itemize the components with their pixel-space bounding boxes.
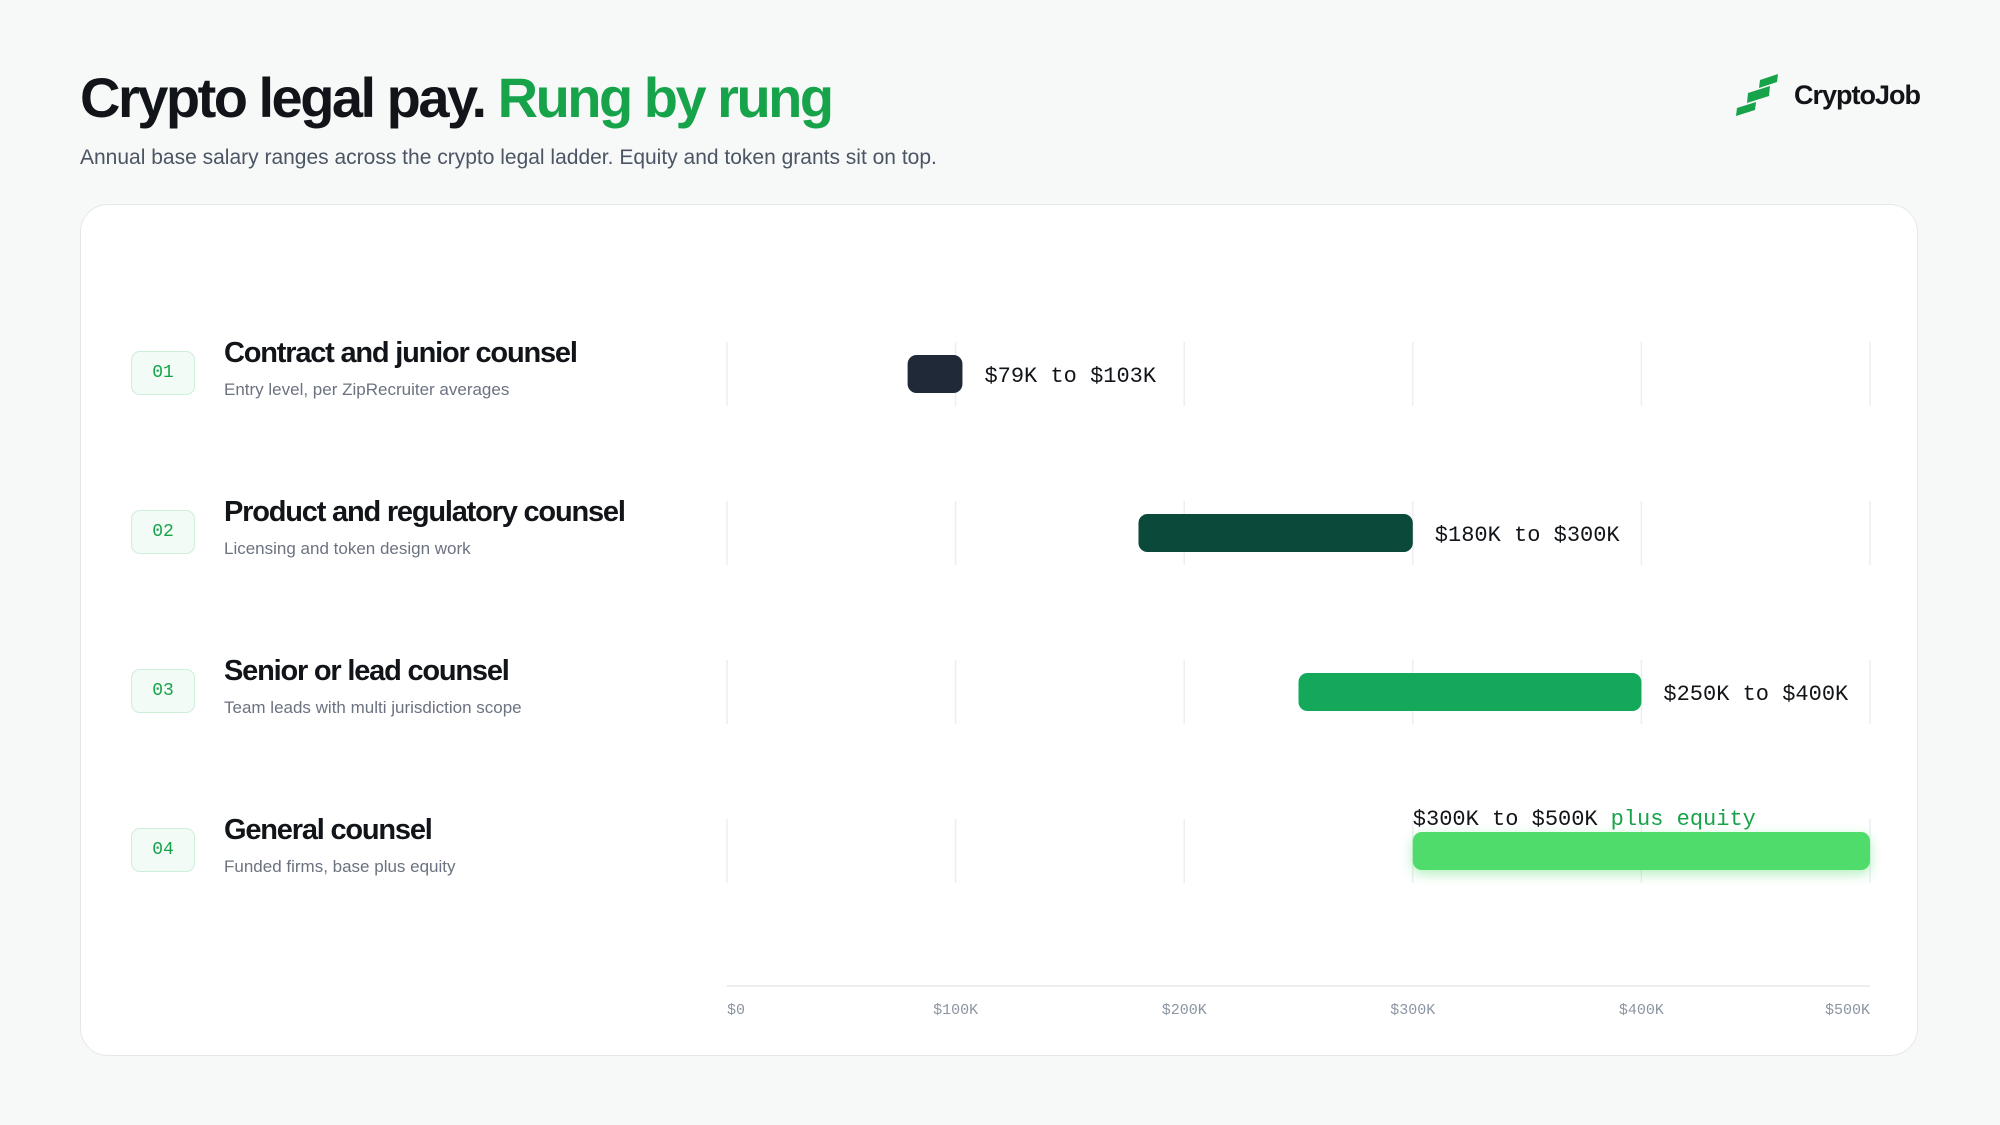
range-bar	[1412, 832, 1870, 870]
header: Crypto legal pay. Rung by rung Annual ba…	[80, 62, 937, 172]
range-label: $300K to $500K plus equity	[1413, 807, 1756, 832]
x-tick-label: $400K	[1619, 1002, 1664, 1019]
title-accent: Rung by rung	[497, 66, 834, 129]
x-tick-label: $0	[727, 1002, 745, 1019]
range-value: $79K to $103K	[984, 364, 1156, 389]
range-bar	[907, 355, 963, 393]
x-tick-label: $300K	[1390, 1002, 1435, 1019]
brand-logo-icon	[1736, 74, 1778, 116]
range-value: $180K to $300K	[1435, 523, 1621, 548]
chart-card: 01 Contract and junior counsel Entry level…	[80, 204, 1918, 1056]
range-chart: $79K to $103K $180K to $300K $250K to $400…	[726, 342, 1871, 1019]
range-label: $180K to $300K	[1435, 523, 1621, 548]
range-bar	[1138, 514, 1413, 552]
range-label: $250K to $400K	[1663, 682, 1849, 707]
x-tick-label: $500K	[1825, 1002, 1870, 1019]
brand-name: CryptoJob	[1794, 79, 1921, 110]
title-main: Crypto legal pay.	[80, 66, 487, 129]
range-note: plus equity	[1611, 807, 1756, 832]
range-bar	[1298, 673, 1642, 711]
range-value: $300K to $500K	[1413, 807, 1599, 832]
brand-logo: CryptoJob	[1734, 74, 1921, 116]
page-subtitle: Annual base salary ranges across the cry…	[80, 146, 937, 169]
x-tick-label: $200K	[1162, 1002, 1207, 1019]
x-tick-label: $100K	[933, 1002, 978, 1019]
page-title: Crypto legal pay. Rung by rung	[80, 62, 937, 134]
range-label: $79K to $103K	[984, 364, 1156, 389]
range-value: $250K to $400K	[1663, 682, 1849, 707]
